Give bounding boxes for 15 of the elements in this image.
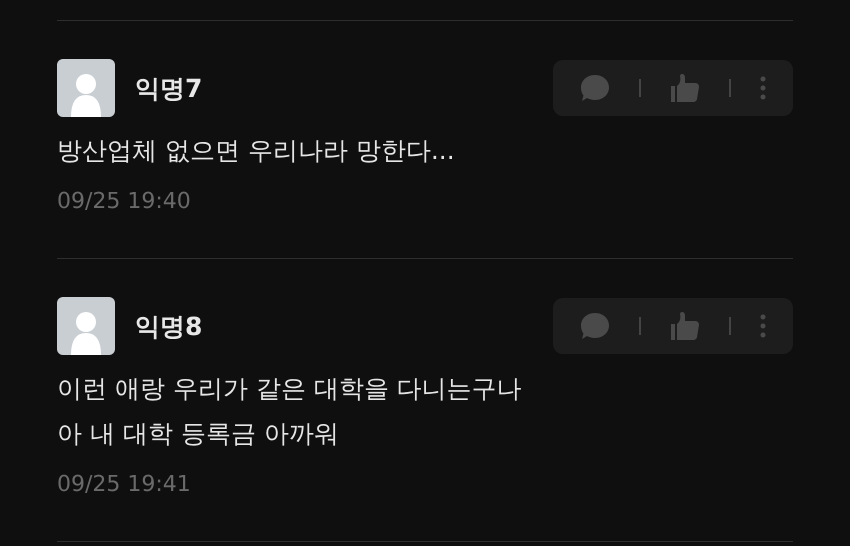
comment-time: 09/25 19:40	[57, 188, 192, 216]
thumbs-up-icon[interactable]	[670, 311, 700, 341]
comment-time: 09/25 19:41	[57, 471, 192, 499]
more-icon[interactable]	[760, 314, 766, 338]
author-name: 익명8	[135, 310, 202, 342]
thumbs-up-icon[interactable]	[670, 73, 700, 103]
comment-icon[interactable]	[580, 74, 610, 102]
comment-icon[interactable]	[580, 312, 610, 340]
avatar-icon	[57, 59, 115, 117]
comment-text: 아 내 대학 등록금 아까워	[57, 418, 340, 450]
author-name: 익명7	[135, 72, 202, 104]
more-icon[interactable]	[760, 76, 766, 100]
comment-text: 이런 애랑 우리가 같은 대학을 다니는구나	[57, 373, 523, 405]
avatar-icon	[57, 297, 115, 355]
comment-text: 방산업체 없으면 우리나라 망한다...	[57, 135, 456, 167]
